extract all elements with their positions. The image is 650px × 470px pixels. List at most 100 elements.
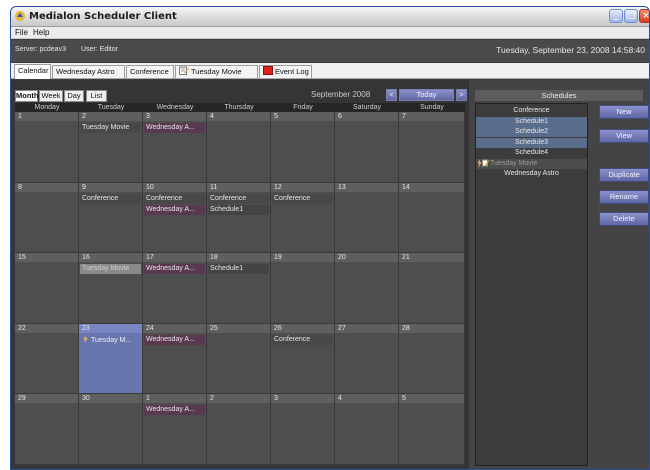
- calendar-event[interactable]: Conference: [144, 193, 205, 204]
- day-cell[interactable]: 7: [399, 112, 465, 183]
- day-cell[interactable]: 6: [335, 112, 399, 183]
- view-list-tab[interactable]: List: [86, 90, 107, 102]
- schedule-item[interactable]: Schedule2: [476, 127, 587, 137]
- day-number: 9: [82, 183, 86, 191]
- day-cell[interactable]: 20: [335, 253, 399, 324]
- event-label: Schedule1: [210, 205, 244, 213]
- day-number: 19: [274, 254, 282, 262]
- day-cell[interactable]: 17 Wednesday A...: [143, 253, 207, 324]
- today-button[interactable]: Today: [399, 89, 454, 101]
- menu-file[interactable]: File: [15, 28, 28, 37]
- month-grid: Monday Tuesday Wednesday Thursday Friday Satu…: [15, 103, 465, 465]
- day-cell[interactable]: 19: [271, 253, 335, 324]
- day-number: 3: [274, 395, 278, 403]
- calendar-event[interactable]: Tuesday Movie: [80, 264, 141, 275]
- day-cell[interactable]: 9 Conference: [79, 182, 143, 254]
- schedule-item[interactable]: Wednesday Astro: [476, 169, 587, 179]
- day-cell[interactable]: 8: [15, 182, 79, 254]
- menu-help[interactable]: Help: [33, 28, 49, 37]
- day-cell[interactable]: 15: [15, 253, 79, 324]
- schedule-item[interactable]: Schedule4: [476, 148, 587, 158]
- day-cell[interactable]: 26 Conference: [271, 323, 335, 395]
- view-button[interactable]: View: [599, 129, 649, 143]
- calendar-event[interactable]: Conference: [80, 193, 141, 204]
- calendar-event[interactable]: Tuesday Movie: [80, 123, 141, 133]
- red-square-icon: [263, 66, 273, 75]
- day-number: 10: [146, 183, 154, 191]
- day-cell[interactable]: 29: [15, 394, 79, 465]
- calendar-event[interactable]: Tuesday M...: [80, 334, 141, 345]
- minimize-button[interactable]: _: [609, 9, 623, 23]
- day-cell[interactable]: 2: [207, 394, 271, 465]
- day-cell[interactable]: 5: [399, 394, 465, 465]
- tab-label: Wednesday Astro: [56, 67, 115, 76]
- view-week-tab[interactable]: Week: [39, 90, 63, 102]
- calendar-event[interactable]: Schedule1: [208, 264, 269, 275]
- tab-event-log[interactable]: Event Log: [259, 65, 312, 78]
- day-cell[interactable]: 25: [207, 323, 271, 395]
- rename-button[interactable]: Rename: [599, 190, 649, 204]
- day-cell[interactable]: 3: [271, 394, 335, 465]
- delete-button[interactable]: Delete: [599, 212, 649, 226]
- day-cell[interactable]: 12 Conference: [271, 182, 335, 254]
- calendar-event[interactable]: Wednesday A...: [144, 204, 205, 215]
- calendar-event[interactable]: Conference: [272, 193, 333, 204]
- day-cell[interactable]: 3 Wednesday A...: [143, 112, 207, 183]
- schedule-item[interactable]: Schedule1: [476, 116, 587, 127]
- day-number: 6: [338, 113, 342, 120]
- event-label: Schedule1: [210, 265, 244, 273]
- calendar-event[interactable]: Schedule1: [208, 204, 269, 215]
- tab-wednesday-astro[interactable]: Wednesday Astro: [52, 65, 125, 78]
- day-cell[interactable]: 1 Wednesday A...: [143, 394, 207, 465]
- close-button[interactable]: ×: [639, 9, 649, 23]
- maximize-button[interactable]: □: [624, 9, 638, 23]
- day-number: 14: [402, 183, 410, 191]
- next-month-button[interactable]: >: [456, 89, 467, 101]
- view-month-tab[interactable]: Month: [15, 90, 39, 102]
- day-cell[interactable]: 27: [335, 323, 399, 395]
- event-label: Wednesday A...: [146, 205, 195, 213]
- day-cell[interactable]: 5: [271, 112, 335, 183]
- schedule-item[interactable]: Conference: [476, 106, 587, 116]
- day-cell[interactable]: 28: [399, 323, 465, 395]
- view-day-tab[interactable]: Day: [64, 90, 84, 102]
- new-button[interactable]: New: [599, 105, 649, 119]
- day-cell[interactable]: 11 Conference Schedule1: [207, 182, 271, 254]
- schedule-item[interactable]: Tuesday Movie: [476, 158, 587, 169]
- day-cell[interactable]: 16 Tuesday Movie: [79, 253, 143, 324]
- day-cell[interactable]: 30: [79, 394, 143, 465]
- day-cell[interactable]: 24 Wednesday A...: [143, 323, 207, 395]
- duplicate-button[interactable]: Duplicate: [599, 168, 649, 182]
- current-datetime: Tuesday, September 23, 2008 14:58:40: [496, 45, 645, 55]
- event-label: Tuesday Movie: [82, 124, 130, 131]
- app-window: Medialon Scheduler Client _ □ × File Hel…: [10, 6, 650, 470]
- schedule-item[interactable]: Schedule3: [476, 137, 587, 148]
- day-number: 1: [18, 113, 22, 120]
- tab-calendar[interactable]: Calendar: [14, 64, 51, 79]
- day-cell[interactable]: 1: [15, 112, 79, 183]
- day-cell[interactable]: 10 Conference Wednesday A...: [143, 182, 207, 254]
- calendar-event[interactable]: Wednesday A...: [144, 405, 205, 416]
- tab-tuesday-movie[interactable]: Tuesday Movie: [175, 65, 258, 78]
- day-cell[interactable]: 18 Schedule1: [207, 253, 271, 324]
- tab-conference[interactable]: Conference: [126, 65, 174, 78]
- calendar-event[interactable]: Wednesday A...: [144, 334, 205, 345]
- day-cell[interactable]: 13: [335, 182, 399, 254]
- calendar-event[interactable]: Conference: [208, 193, 269, 204]
- day-cell[interactable]: 14: [399, 182, 465, 254]
- prev-month-button[interactable]: <: [386, 89, 397, 101]
- calendar-event[interactable]: Wednesday A...: [144, 123, 205, 133]
- calendar-event[interactable]: Wednesday A...: [144, 264, 205, 275]
- window-title: Medialon Scheduler Client: [29, 11, 177, 22]
- event-label: Tuesday Movie: [82, 265, 130, 273]
- day-cell[interactable]: 23 Tuesday M...: [79, 323, 143, 395]
- day-cell[interactable]: 4: [207, 112, 271, 183]
- day-number: 24: [146, 324, 154, 332]
- day-number-bar: [271, 112, 334, 121]
- day-cell[interactable]: 4: [335, 394, 399, 465]
- calendar-event[interactable]: Conference: [272, 334, 333, 345]
- day-cell[interactable]: 22: [15, 323, 79, 395]
- day-cell[interactable]: 2 Tuesday Movie: [79, 112, 143, 183]
- day-cell[interactable]: 21: [399, 253, 465, 324]
- weekday-header: Thursday: [207, 103, 271, 112]
